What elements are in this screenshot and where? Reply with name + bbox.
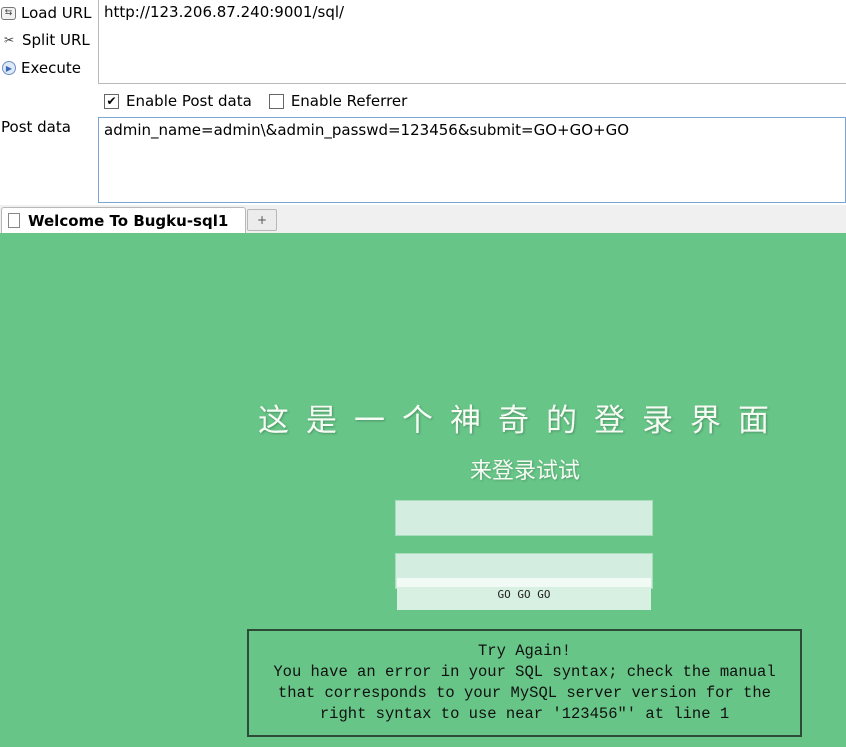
page-content: 这是一个神奇的登录界面 来登录试试 GO GO GO Try Again! Yo… bbox=[0, 233, 846, 747]
enable-referrer-label: Enable Referrer bbox=[290, 92, 408, 110]
url-textarea[interactable]: http://123.206.87.240:9001/sql/ bbox=[98, 0, 846, 84]
enable-referrer-checkbox[interactable] bbox=[268, 93, 284, 109]
options-row: ✔ Enable Post data Enable Referrer bbox=[104, 92, 424, 110]
post-data-label: Post data bbox=[1, 118, 71, 136]
split-url-button[interactable]: ✂ Split URL bbox=[0, 27, 98, 53]
execute-button[interactable]: ▶ Execute bbox=[0, 55, 98, 81]
message-line: You have an error in your SQL syntax; ch… bbox=[273, 663, 776, 681]
message-line: that corresponds to your MySQL server ve… bbox=[278, 684, 771, 702]
post-data-value: admin_name=admin\&admin_passwd=123456&su… bbox=[104, 121, 630, 139]
split-url-label: Split URL bbox=[22, 31, 90, 49]
new-tab-icon: + bbox=[256, 213, 268, 227]
page-headline: 这是一个神奇的登录界面 bbox=[258, 403, 786, 439]
post-data-textarea[interactable]: admin_name=admin\&admin_passwd=123456&su… bbox=[98, 117, 846, 203]
load-url-button[interactable]: ⇆ Load URL bbox=[0, 0, 98, 26]
error-message-box: Try Again! You have an error in your SQL… bbox=[247, 629, 802, 737]
enable-referrer-option[interactable]: Enable Referrer bbox=[268, 92, 408, 110]
split-url-icon: ✂ bbox=[3, 33, 15, 47]
username-input[interactable] bbox=[395, 500, 653, 536]
load-url-label: Load URL bbox=[21, 4, 92, 22]
execute-label: Execute bbox=[21, 59, 81, 77]
load-url-icon: ⇆ bbox=[1, 6, 16, 20]
enable-post-label: Enable Post data bbox=[126, 92, 252, 110]
new-tab-button[interactable]: + bbox=[247, 209, 277, 231]
go-go-go-button[interactable]: GO GO GO bbox=[397, 578, 651, 610]
message-line: Try Again! bbox=[477, 642, 571, 660]
page-subheadline: 来登录试试 bbox=[469, 459, 580, 484]
execute-icon: ▶ bbox=[2, 61, 16, 75]
enable-post-checkbox[interactable]: ✔ bbox=[104, 93, 119, 109]
url-value: http://123.206.87.240:9001/sql/ bbox=[104, 3, 345, 21]
tab-strip: Welcome To Bugku-sql1 + bbox=[0, 205, 846, 234]
tab-label: Welcome To Bugku-sql1 bbox=[28, 211, 229, 230]
message-line: right syntax to use near '123456"' at li… bbox=[319, 705, 730, 723]
hackbar-toolbar: ⇆ Load URL ✂ Split URL ▶ Execute http://… bbox=[0, 0, 846, 205]
enable-post-option[interactable]: ✔ Enable Post data bbox=[104, 92, 252, 110]
page-icon bbox=[8, 213, 20, 228]
tab-welcome[interactable]: Welcome To Bugku-sql1 bbox=[1, 207, 246, 233]
